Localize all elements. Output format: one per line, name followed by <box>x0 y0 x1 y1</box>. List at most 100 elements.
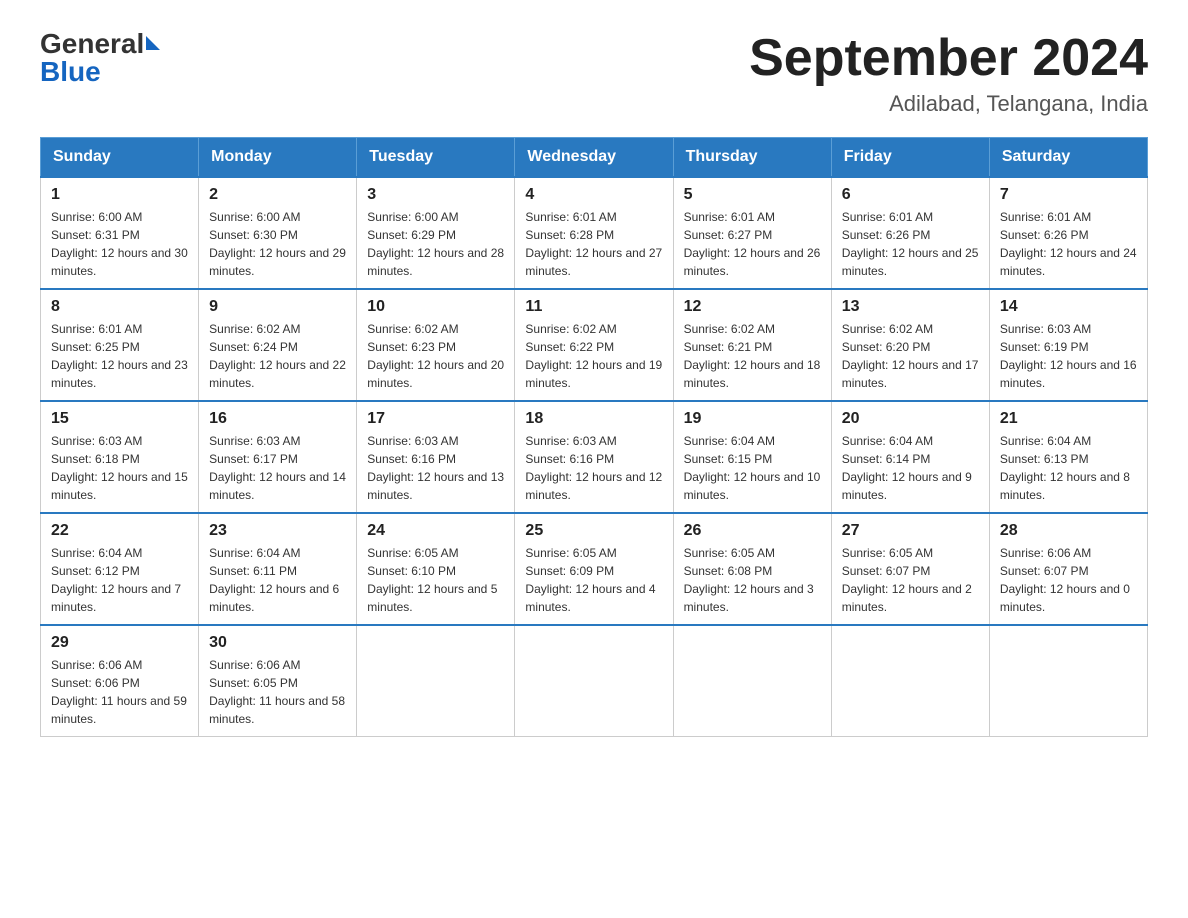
day-info: Sunrise: 6:04 AMSunset: 6:11 PMDaylight:… <box>209 544 346 616</box>
day-number: 29 <box>51 634 188 652</box>
day-number: 12 <box>684 298 821 316</box>
day-cell: 29Sunrise: 6:06 AMSunset: 6:06 PMDayligh… <box>41 625 199 737</box>
day-number: 13 <box>842 298 979 316</box>
day-cell: 7 Sunrise: 6:01 AMSunset: 6:26 PMDaylight… <box>989 177 1147 289</box>
day-info: Sunrise: 6:05 AMSunset: 6:07 PMDaylight:… <box>842 544 979 616</box>
logo: General Blue <box>40 30 160 86</box>
week-row-3: 15 Sunrise: 6:03 AMSunset: 6:18 PMDayligh… <box>41 401 1148 513</box>
day-number: 1 <box>51 186 188 204</box>
day-info: Sunrise: 6:01 AMSunset: 6:27 PMDaylight:… <box>684 208 821 280</box>
day-info: Sunrise: 6:05 AMSunset: 6:09 PMDaylight:… <box>525 544 662 616</box>
week-row-2: 8Sunrise: 6:01 AMSunset: 6:25 PMDaylight… <box>41 289 1148 401</box>
day-info: Sunrise: 6:02 AMSunset: 6:24 PMDaylight:… <box>209 320 346 392</box>
calendar-body: 1 Sunrise: 6:00 AMSunset: 6:31 PMDaylight… <box>41 177 1148 737</box>
day-number: 26 <box>684 522 821 540</box>
column-header-sunday: Sunday <box>41 138 199 178</box>
day-number: 2 <box>209 186 346 204</box>
day-info: Sunrise: 6:03 AMSunset: 6:18 PMDaylight:… <box>51 432 188 504</box>
day-info: Sunrise: 6:05 AMSunset: 6:08 PMDaylight:… <box>684 544 821 616</box>
day-info: Sunrise: 6:02 AMSunset: 6:21 PMDaylight:… <box>684 320 821 392</box>
day-cell: 4 Sunrise: 6:01 AMSunset: 6:28 PMDaylight… <box>515 177 673 289</box>
day-info: Sunrise: 6:04 AMSunset: 6:14 PMDaylight:… <box>842 432 979 504</box>
day-cell: 26 Sunrise: 6:05 AMSunset: 6:08 PMDayligh… <box>673 513 831 625</box>
day-info: Sunrise: 6:02 AMSunset: 6:22 PMDaylight:… <box>525 320 662 392</box>
day-number: 6 <box>842 186 979 204</box>
day-info: Sunrise: 6:01 AMSunset: 6:26 PMDaylight:… <box>842 208 979 280</box>
day-info: Sunrise: 6:06 AMSunset: 6:07 PMDaylight:… <box>1000 544 1137 616</box>
day-number: 27 <box>842 522 979 540</box>
logo-text-general: General <box>40 30 144 58</box>
day-number: 9 <box>209 298 346 316</box>
day-info: Sunrise: 6:05 AMSunset: 6:10 PMDaylight:… <box>367 544 504 616</box>
day-number: 3 <box>367 186 504 204</box>
day-info: Sunrise: 6:06 AMSunset: 6:05 PMDaylight:… <box>209 656 346 728</box>
day-cell: 17 Sunrise: 6:03 AMSunset: 6:16 PMDayligh… <box>357 401 515 513</box>
day-info: Sunrise: 6:04 AMSunset: 6:13 PMDaylight:… <box>1000 432 1137 504</box>
column-header-monday: Monday <box>199 138 357 178</box>
day-number: 4 <box>525 186 662 204</box>
day-info: Sunrise: 6:01 AMSunset: 6:26 PMDaylight:… <box>1000 208 1137 280</box>
page-header: General Blue September 2024 Adilabad, Te… <box>40 30 1148 117</box>
day-number: 11 <box>525 298 662 316</box>
day-cell: 3Sunrise: 6:00 AMSunset: 6:29 PMDaylight… <box>357 177 515 289</box>
day-cell: 6 Sunrise: 6:01 AMSunset: 6:26 PMDaylight… <box>831 177 989 289</box>
day-cell: 2 Sunrise: 6:00 AMSunset: 6:30 PMDaylight… <box>199 177 357 289</box>
day-cell <box>515 625 673 737</box>
day-number: 23 <box>209 522 346 540</box>
day-number: 30 <box>209 634 346 652</box>
day-info: Sunrise: 6:04 AMSunset: 6:15 PMDaylight:… <box>684 432 821 504</box>
calendar-title: September 2024 <box>749 30 1148 87</box>
column-header-wednesday: Wednesday <box>515 138 673 178</box>
day-cell: 8Sunrise: 6:01 AMSunset: 6:25 PMDaylight… <box>41 289 199 401</box>
header-row: SundayMondayTuesdayWednesdayThursdayFrid… <box>41 138 1148 178</box>
day-cell: 23 Sunrise: 6:04 AMSunset: 6:11 PMDayligh… <box>199 513 357 625</box>
day-cell: 15 Sunrise: 6:03 AMSunset: 6:18 PMDayligh… <box>41 401 199 513</box>
day-cell: 22Sunrise: 6:04 AMSunset: 6:12 PMDayligh… <box>41 513 199 625</box>
day-info: Sunrise: 6:03 AMSunset: 6:16 PMDaylight:… <box>367 432 504 504</box>
day-info: Sunrise: 6:04 AMSunset: 6:12 PMDaylight:… <box>51 544 188 616</box>
day-info: Sunrise: 6:01 AMSunset: 6:28 PMDaylight:… <box>525 208 662 280</box>
calendar-table: SundayMondayTuesdayWednesdayThursdayFrid… <box>40 137 1148 737</box>
day-cell: 28 Sunrise: 6:06 AMSunset: 6:07 PMDayligh… <box>989 513 1147 625</box>
day-number: 17 <box>367 410 504 428</box>
title-area: September 2024 Adilabad, Telangana, Indi… <box>749 30 1148 117</box>
day-number: 7 <box>1000 186 1137 204</box>
day-number: 21 <box>1000 410 1137 428</box>
day-cell: 14Sunrise: 6:03 AMSunset: 6:19 PMDayligh… <box>989 289 1147 401</box>
day-cell: 13 Sunrise: 6:02 AMSunset: 6:20 PMDayligh… <box>831 289 989 401</box>
day-number: 20 <box>842 410 979 428</box>
day-number: 16 <box>209 410 346 428</box>
week-row-5: 29Sunrise: 6:06 AMSunset: 6:06 PMDayligh… <box>41 625 1148 737</box>
day-info: Sunrise: 6:03 AMSunset: 6:16 PMDaylight:… <box>525 432 662 504</box>
day-number: 28 <box>1000 522 1137 540</box>
day-cell: 21 Sunrise: 6:04 AMSunset: 6:13 PMDayligh… <box>989 401 1147 513</box>
day-cell: 19 Sunrise: 6:04 AMSunset: 6:15 PMDayligh… <box>673 401 831 513</box>
day-number: 19 <box>684 410 821 428</box>
calendar-header: SundayMondayTuesdayWednesdayThursdayFrid… <box>41 138 1148 178</box>
column-header-tuesday: Tuesday <box>357 138 515 178</box>
day-info: Sunrise: 6:00 AMSunset: 6:30 PMDaylight:… <box>209 208 346 280</box>
day-number: 15 <box>51 410 188 428</box>
day-cell: 9 Sunrise: 6:02 AMSunset: 6:24 PMDaylight… <box>199 289 357 401</box>
day-cell: 27 Sunrise: 6:05 AMSunset: 6:07 PMDayligh… <box>831 513 989 625</box>
day-cell: 20 Sunrise: 6:04 AMSunset: 6:14 PMDayligh… <box>831 401 989 513</box>
day-cell: 24Sunrise: 6:05 AMSunset: 6:10 PMDayligh… <box>357 513 515 625</box>
day-cell: 1 Sunrise: 6:00 AMSunset: 6:31 PMDaylight… <box>41 177 199 289</box>
day-cell <box>673 625 831 737</box>
day-info: Sunrise: 6:03 AMSunset: 6:17 PMDaylight:… <box>209 432 346 504</box>
day-info: Sunrise: 6:02 AMSunset: 6:23 PMDaylight:… <box>367 320 504 392</box>
day-info: Sunrise: 6:00 AMSunset: 6:31 PMDaylight:… <box>51 208 188 280</box>
column-header-saturday: Saturday <box>989 138 1147 178</box>
day-cell <box>831 625 989 737</box>
day-cell <box>357 625 515 737</box>
day-cell <box>989 625 1147 737</box>
day-cell: 18 Sunrise: 6:03 AMSunset: 6:16 PMDayligh… <box>515 401 673 513</box>
day-number: 18 <box>525 410 662 428</box>
day-number: 10 <box>367 298 504 316</box>
logo-text-blue: Blue <box>40 58 101 86</box>
day-cell: 10 Sunrise: 6:02 AMSunset: 6:23 PMDayligh… <box>357 289 515 401</box>
day-cell: 25Sunrise: 6:05 AMSunset: 6:09 PMDayligh… <box>515 513 673 625</box>
logo-arrow-icon <box>146 36 160 50</box>
day-info: Sunrise: 6:02 AMSunset: 6:20 PMDaylight:… <box>842 320 979 392</box>
column-header-friday: Friday <box>831 138 989 178</box>
